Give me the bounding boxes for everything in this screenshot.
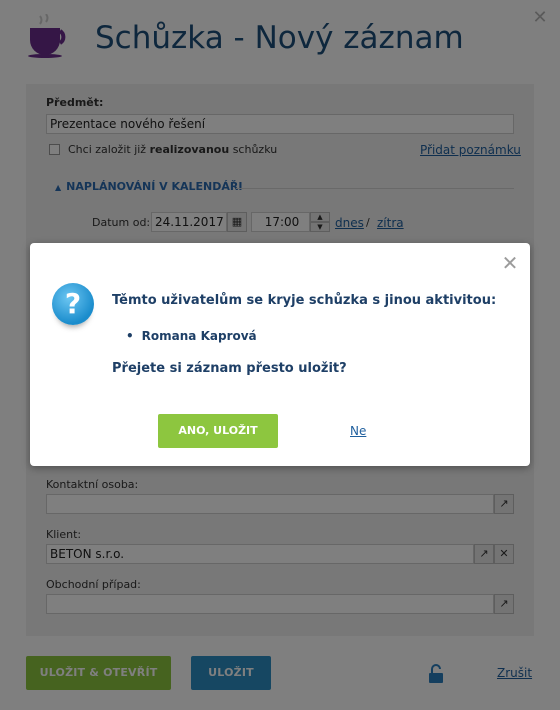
decline-link[interactable]: Ne [350,424,366,438]
conflict-user-name: Romana Kaprová [141,329,257,343]
bullet-icon: • [126,329,134,343]
conflict-user-item: • Romana Kaprová [126,329,257,343]
dialog-question: Přejete si záznam přesto uložit? [112,361,347,376]
dialog-close-icon[interactable]: ✕ [500,253,520,273]
conflict-dialog: ✕ ? Těmto uživatelům se kryje schůzka s … [30,243,530,466]
confirm-save-button[interactable]: ANO, ULOŽIT [158,414,278,448]
dialog-message: Těmto uživatelům se kryje schůzka s jino… [112,293,497,308]
question-icon: ? [52,283,94,325]
